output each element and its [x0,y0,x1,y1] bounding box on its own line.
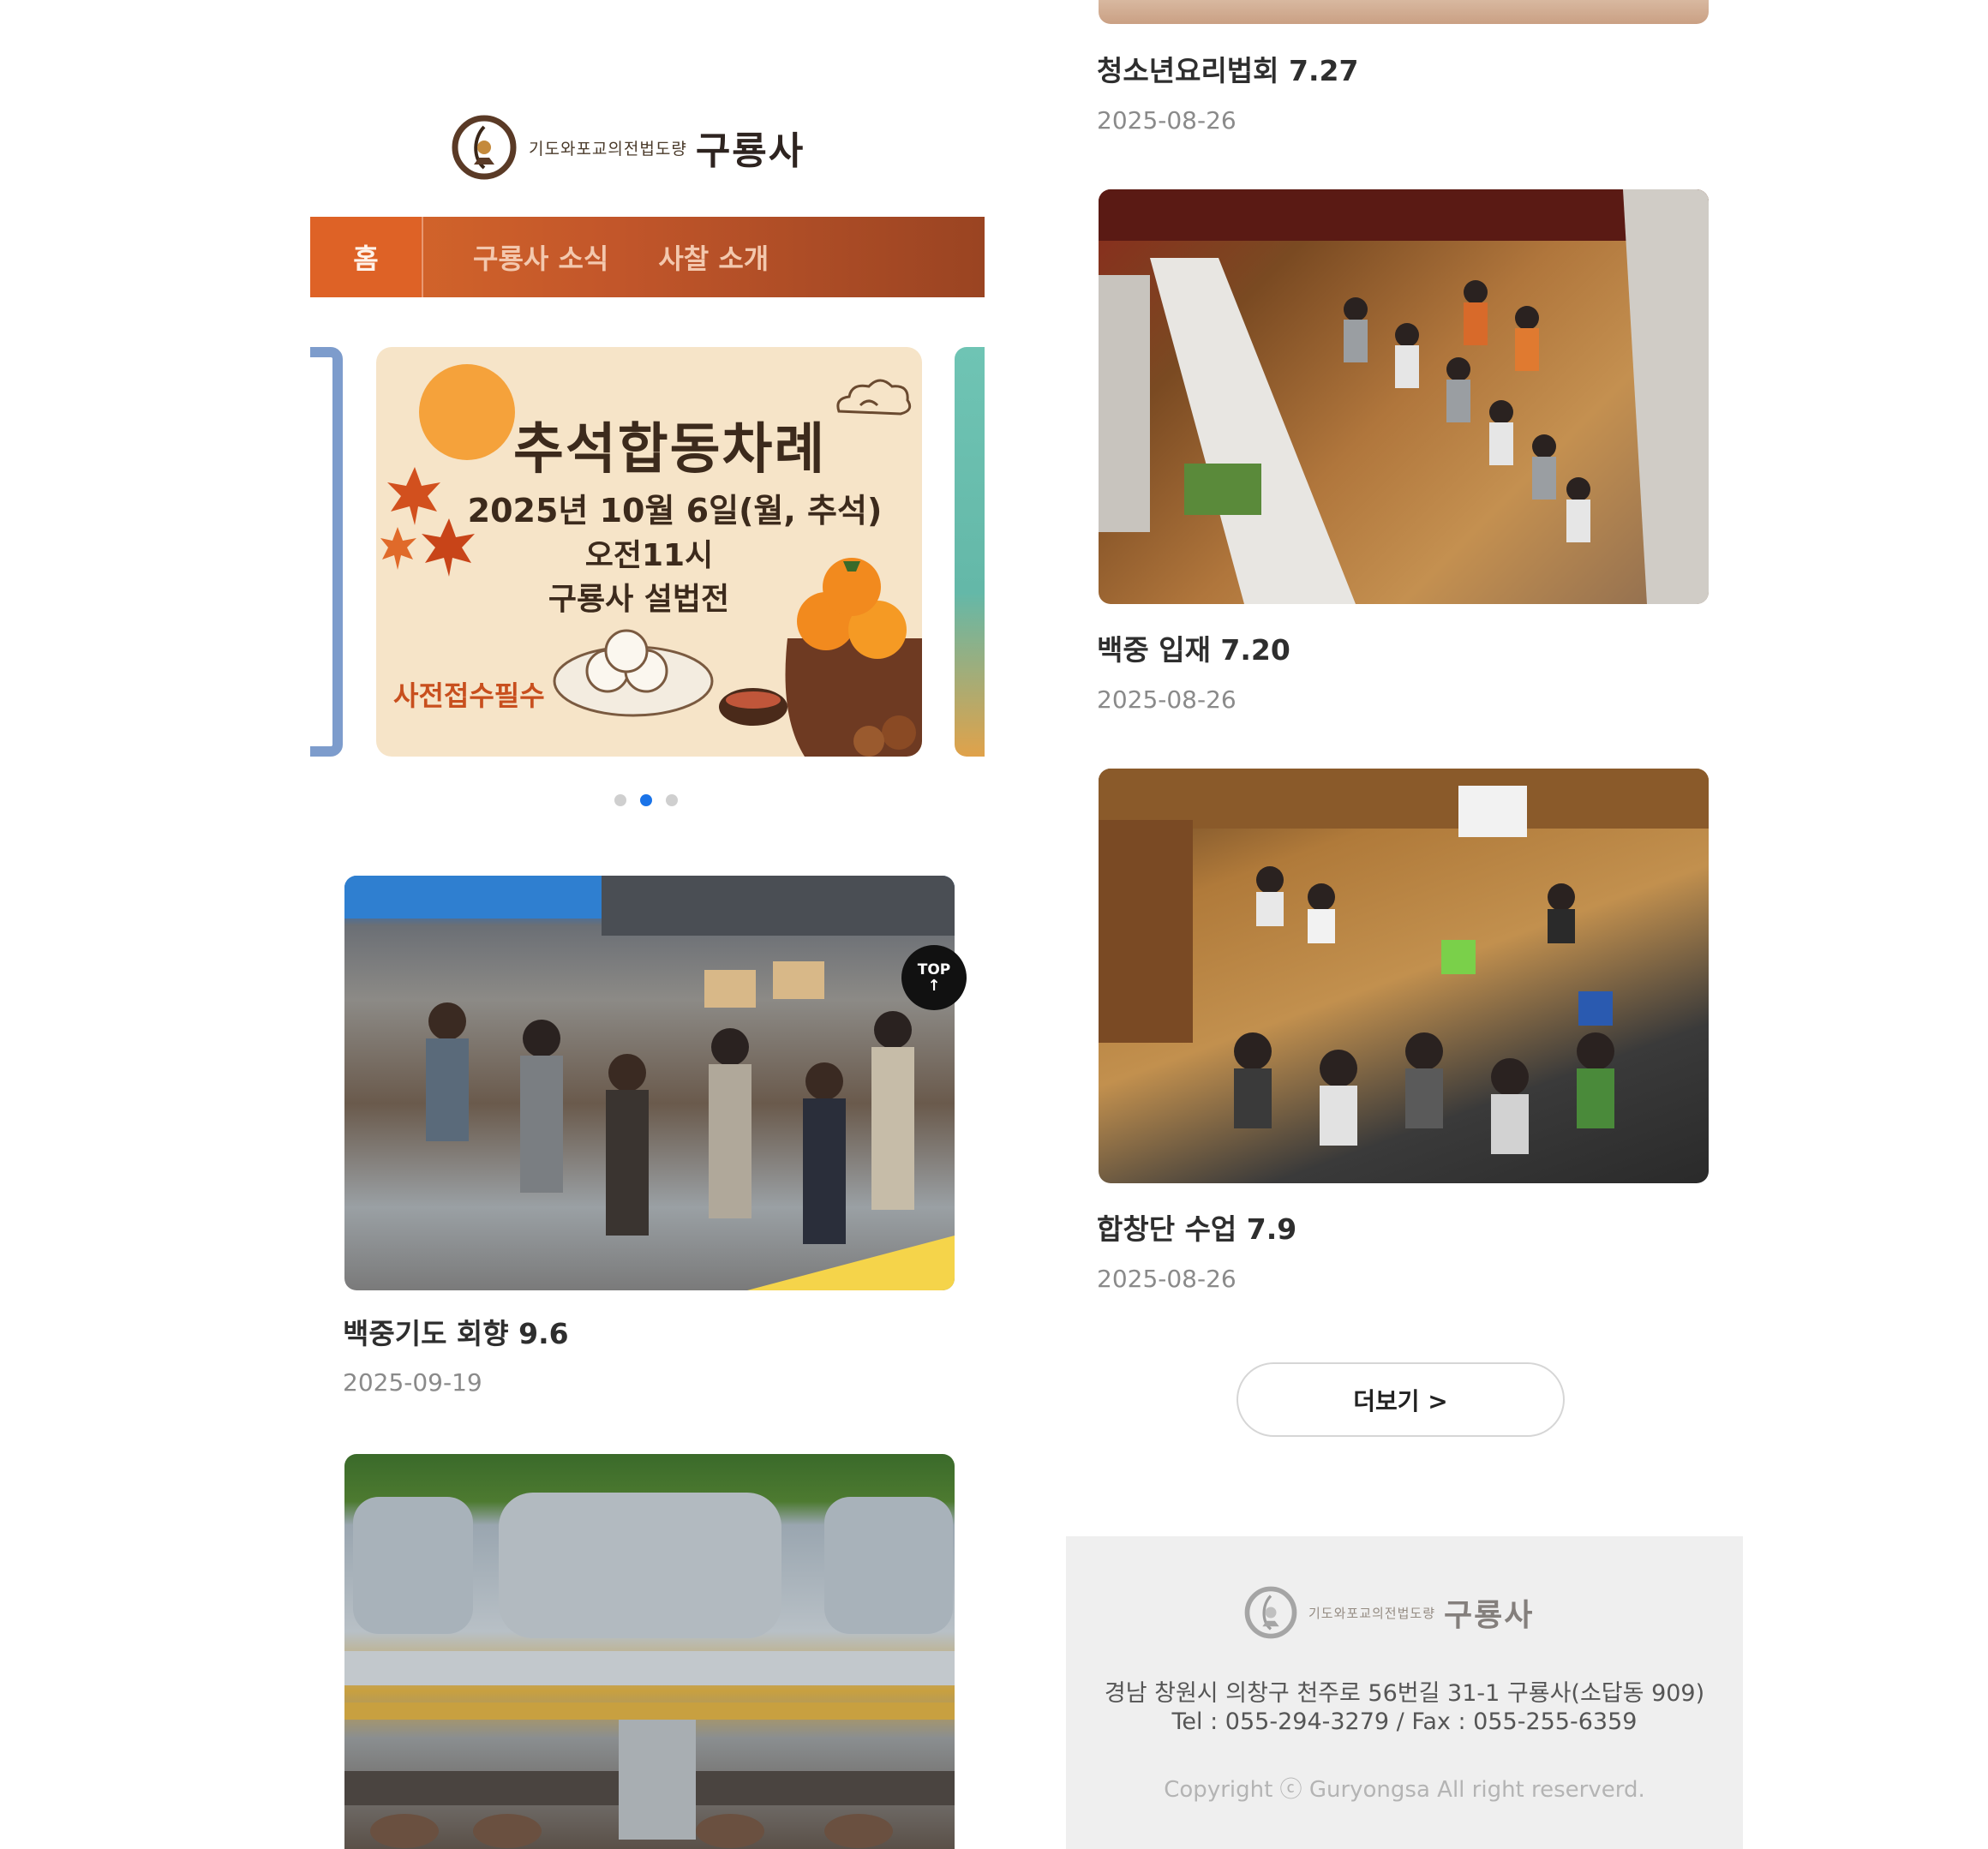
slide-next[interactable] [955,347,985,757]
site-logo[interactable]: 기도와포교의전법도량 구룡사 [448,111,855,183]
footer-copyright: Copyright ⓒ Guryongsa All right reserver… [1164,1777,1645,1803]
nav-item-about[interactable]: 사찰 소개 [658,237,769,277]
choir-class-photo [1099,769,1709,1154]
scroll-top-button[interactable]: TOP ↑ [901,945,967,1010]
post-title[interactable]: 합창단 수업 7.9 [1097,1206,1296,1248]
banner-date: 2025년 10월 6일(월, 추석) [467,492,883,530]
post-date: 2025-09-19 [343,1368,482,1397]
slider-dot-active[interactable] [640,794,652,806]
post-title[interactable]: 백중 입재 7.20 [1097,627,1290,668]
banner-slider[interactable]: 추석합동차례 2025년 10월 6일(월, 추석) 오전11시 구룡사 설법전… [310,347,985,757]
banner-tag: 사전접수필수 [393,679,545,712]
post-date: 2025-08-26 [1097,1265,1237,1293]
footer-address: 경남 창원시 의창구 천주로 56번길 31-1 구룡사(소답동 909) [1104,1680,1705,1707]
more-button[interactable]: 더보기 > [1237,1362,1565,1437]
slide-previous[interactable] [310,347,343,757]
post-date: 2025-08-26 [1097,685,1237,714]
post-image-cooking[interactable] [1099,0,1709,24]
top-label: TOP [917,961,951,978]
nav-item-news[interactable]: 구룡사 소식 [473,237,608,277]
post-title[interactable]: 청소년요리법회 7.27 [1097,48,1358,89]
stone-relief-photo [344,1493,955,1848]
logo-subtitle: 기도와포교의전법도량 [529,139,687,159]
temple-logo-icon [1244,1586,1297,1639]
cloud-illustration [836,379,912,416]
sun-illustration [419,364,515,460]
slider-dot[interactable] [614,794,626,806]
footer-logo-subtitle: 기도와포교의전법도량 [1308,1605,1436,1621]
nav-home[interactable]: 홈 [310,217,423,297]
post-image-relief[interactable] [344,1454,955,1849]
footer-contact: Tel : 055-294-3279 / Fax : 055-255-6359 [1171,1708,1638,1735]
arrow-up-icon: ↑ [927,977,941,995]
post-image-baekjung-prayer[interactable] [344,876,955,1290]
logo-name: 구룡사 [695,129,805,173]
crowd-photo [344,876,955,1290]
site-footer: 기도와포교의전법도량 구룡사 경남 창원시 의창구 천주로 56번길 31-1 … [1066,1536,1743,1849]
post-image-choir[interactable] [1099,769,1709,1183]
main-nav: 홈 구룡사 소식 사찰 소개 [310,217,985,297]
post-date: 2025-08-26 [1097,106,1237,135]
banner-title: 추석합동차례 [513,418,827,482]
temple-hall-photo [1099,189,1709,604]
temple-logo-icon [452,115,517,180]
slider-pagination [614,793,683,808]
slide-current[interactable]: 추석합동차례 2025년 10월 6일(월, 추석) 오전11시 구룡사 설법전… [376,347,922,757]
slider-dot[interactable] [666,794,678,806]
post-image-baekjung-opening[interactable] [1099,189,1709,604]
food-illustration [553,558,922,757]
post-title[interactable]: 백중기도 회향 9.6 [343,1311,569,1352]
footer-logo-name: 구룡사 [1444,1598,1535,1633]
footer-logo[interactable]: 기도와포교의전법도량 구룡사 [1242,1583,1584,1642]
